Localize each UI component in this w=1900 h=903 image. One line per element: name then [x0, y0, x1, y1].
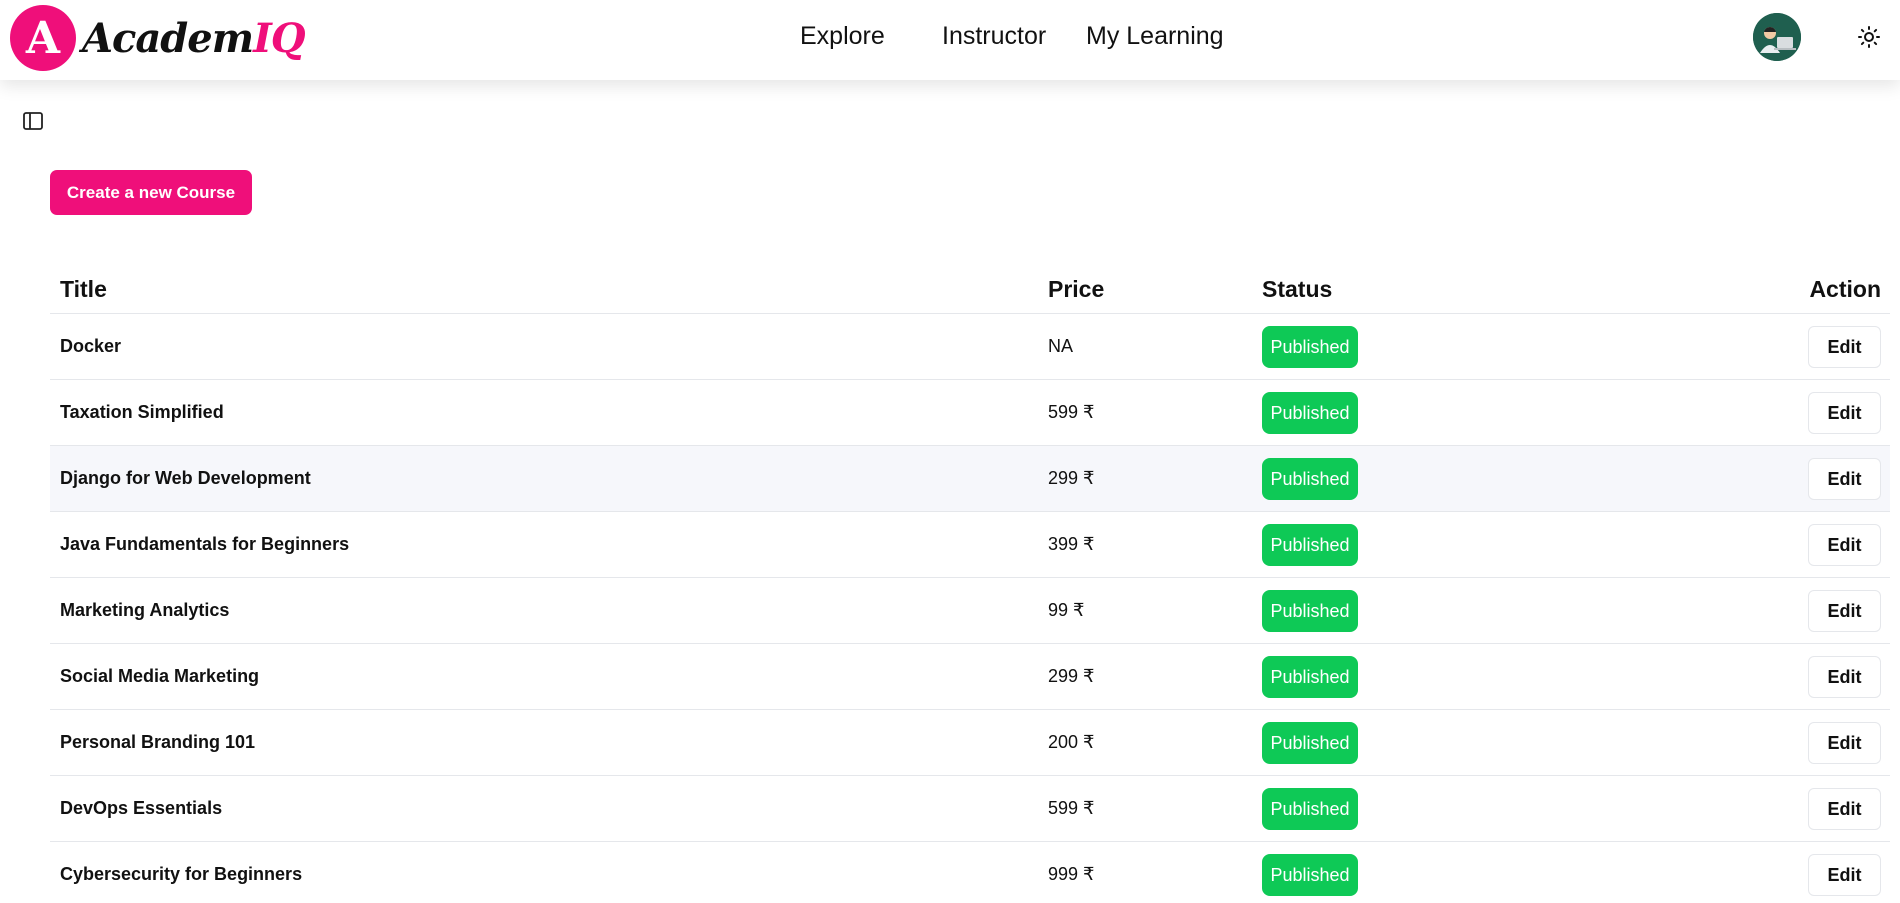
column-header-status: Status — [1262, 276, 1333, 302]
table-row: Cybersecurity for Beginners 999 ₹ Publis… — [50, 842, 1890, 903]
top-navbar: A AcademIQ Explore Instructor My Learnin… — [0, 0, 1900, 80]
column-header-action: Action — [1809, 276, 1881, 302]
course-price: 99 ₹ — [1048, 600, 1085, 620]
table-row: Docker NA Published Edit — [50, 314, 1890, 380]
table-row: Social Media Marketing 299 ₹ Published E… — [50, 644, 1890, 710]
status-badge: Published — [1262, 392, 1358, 434]
course-title: Taxation Simplified — [60, 402, 224, 422]
logo-wordmark-accent: IQ — [253, 14, 306, 62]
edit-button[interactable]: Edit — [1808, 590, 1881, 632]
edit-button[interactable]: Edit — [1808, 326, 1881, 368]
course-title: Marketing Analytics — [60, 600, 230, 620]
status-badge: Published — [1262, 788, 1358, 830]
courses-table: Title Price Status Action Docker NA Publ… — [50, 262, 1890, 903]
course-title: Django for Web Development — [60, 468, 311, 488]
table-row: Taxation Simplified 599 ₹ Published Edit — [50, 380, 1890, 446]
course-price: 299 ₹ — [1048, 666, 1095, 686]
table-row: Java Fundamentals for Beginners 399 ₹ Pu… — [50, 512, 1890, 578]
edit-button[interactable]: Edit — [1808, 788, 1881, 830]
edit-button[interactable]: Edit — [1808, 392, 1881, 434]
sun-icon[interactable] — [1857, 25, 1881, 49]
edit-button[interactable]: Edit — [1808, 722, 1881, 764]
user-avatar[interactable] — [1753, 13, 1801, 61]
sidebar-toggle-icon[interactable] — [22, 110, 44, 132]
status-badge: Published — [1262, 722, 1358, 764]
status-badge: Published — [1262, 524, 1358, 566]
table-row: Personal Branding 101 200 ₹ Published Ed… — [50, 710, 1890, 776]
course-price: 999 ₹ — [1048, 864, 1095, 884]
column-header-price: Price — [1048, 276, 1105, 302]
column-header-title: Title — [60, 276, 107, 302]
logo-wordmark-main: Academ — [82, 14, 254, 62]
course-price: NA — [1048, 336, 1074, 356]
course-price: 599 ₹ — [1048, 402, 1095, 422]
course-title: Personal Branding 101 — [60, 732, 256, 752]
course-price: 299 ₹ — [1048, 468, 1095, 488]
edit-button[interactable]: Edit — [1808, 854, 1881, 896]
edit-button[interactable]: Edit — [1808, 458, 1881, 500]
edit-button[interactable]: Edit — [1808, 656, 1881, 698]
table-row: DevOps Essentials 599 ₹ Published Edit — [50, 776, 1890, 842]
status-badge: Published — [1262, 458, 1358, 500]
nav-instructor[interactable]: Instructor — [942, 22, 1046, 51]
brand-logo[interactable]: A AcademIQ — [10, 4, 306, 72]
course-title: Docker — [60, 336, 122, 356]
status-badge: Published — [1262, 656, 1358, 698]
table-row: Marketing Analytics 99 ₹ Published Edit — [50, 578, 1890, 644]
course-price: 599 ₹ — [1048, 798, 1095, 818]
status-badge: Published — [1262, 326, 1358, 368]
table-header: Title Price Status Action — [50, 262, 1890, 314]
status-badge: Published — [1262, 854, 1358, 896]
course-title: Java Fundamentals for Beginners — [60, 534, 350, 554]
table-row: Django for Web Development 299 ₹ Publish… — [50, 446, 1890, 512]
course-price: 399 ₹ — [1048, 534, 1095, 554]
edit-button[interactable]: Edit — [1808, 524, 1881, 566]
course-title: Cybersecurity for Beginners — [60, 864, 303, 884]
nav-explore[interactable]: Explore — [800, 22, 885, 51]
course-price: 200 ₹ — [1048, 732, 1095, 752]
course-title: Social Media Marketing — [60, 666, 260, 686]
logo-wordmark: AcademIQ — [82, 14, 306, 62]
create-course-button[interactable]: Create a new Course — [50, 170, 252, 215]
avatar-illustration — [1753, 13, 1801, 61]
logo-badge: A — [10, 5, 76, 71]
status-badge: Published — [1262, 590, 1358, 632]
nav-my-learning[interactable]: My Learning — [1086, 22, 1224, 51]
course-title: DevOps Essentials — [60, 798, 223, 818]
